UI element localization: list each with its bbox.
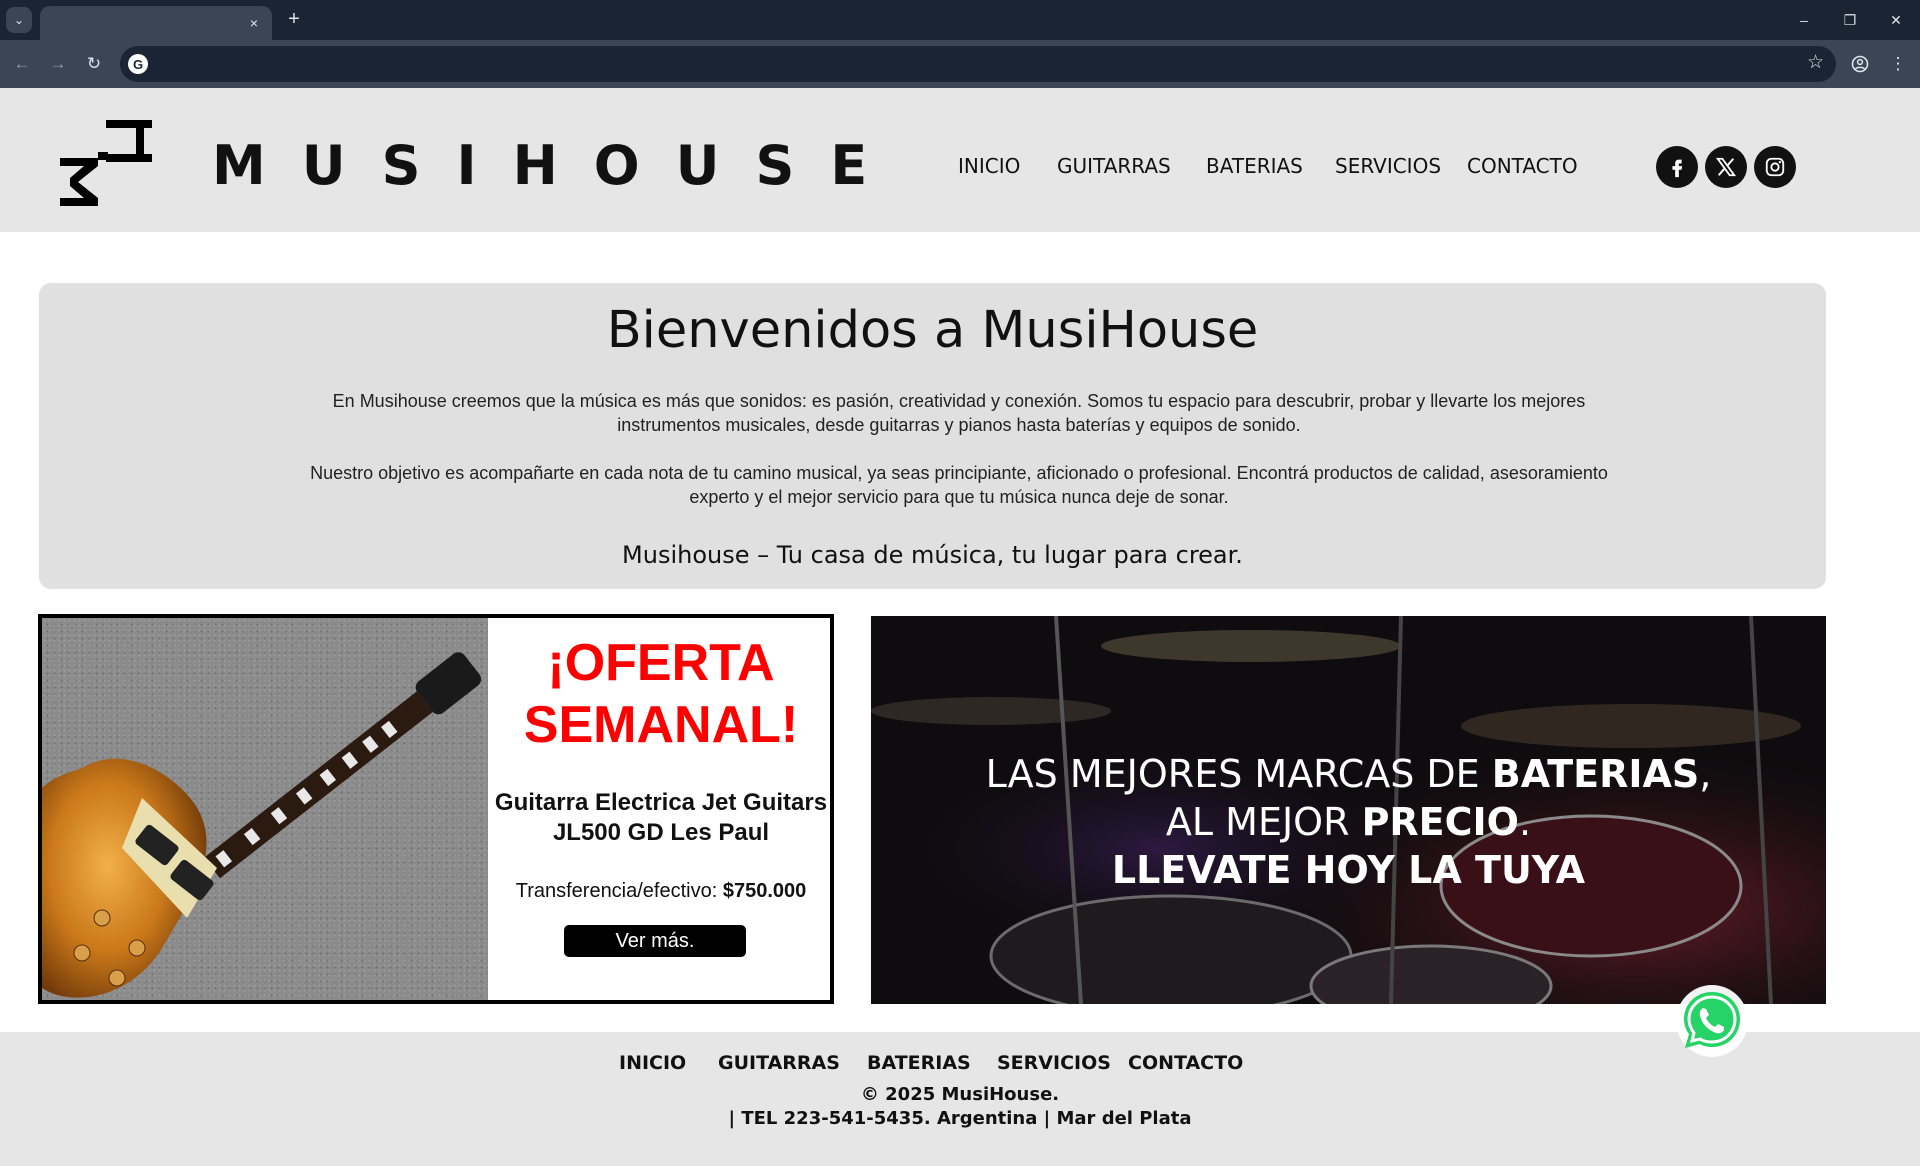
menu-dots-icon[interactable]: ⋮ (1884, 50, 1912, 78)
drums-line-2-c: . (1518, 800, 1532, 844)
drums-line-1: LAS MEJORES MARCAS DE BATERIAS, (871, 750, 1826, 798)
reload-icon[interactable]: ↻ (80, 50, 108, 78)
drums-banner[interactable]: LAS MEJORES MARCAS DE BATERIAS, AL MEJOR… (871, 616, 1826, 1004)
tab-close-icon[interactable]: × (244, 13, 264, 33)
drums-line-1-c: , (1699, 752, 1712, 796)
restore-button[interactable]: ❐ (1830, 6, 1870, 34)
footer-contact: | TEL 223-541-5435. Argentina | Mar del … (728, 1108, 1192, 1129)
address-bar[interactable]: G ☆ (120, 46, 1836, 82)
browser-tab[interactable]: × (40, 6, 272, 40)
profile-icon[interactable] (1846, 50, 1874, 78)
mh-logo[interactable] (58, 118, 154, 210)
offer-title-line-1: ¡OFERTA (547, 634, 775, 692)
drums-line-3-b: LLEVATE HOY LA TUYA (1111, 848, 1586, 892)
drums-line-2: AL MEJOR PRECIO. (871, 798, 1826, 846)
footer-nav-baterias[interactable]: BATERIAS (867, 1052, 971, 1074)
offer-product-name: Guitarra Electrica Jet Guitars JL500 GD … (494, 789, 828, 846)
nav-inicio[interactable]: INICIO (958, 154, 1020, 178)
forward-arrow-icon[interactable]: → (44, 50, 72, 78)
whatsapp-icon[interactable] (1675, 984, 1749, 1058)
footer-nav-contacto[interactable]: CONTACTO (1128, 1052, 1243, 1074)
drums-line-1-b: BATERIAS (1491, 752, 1700, 796)
welcome-paragraph-1: En Musihouse creemos que la música es má… (332, 391, 1586, 435)
offer-price-value: $750.000 (722, 880, 807, 902)
x-icon[interactable] (1705, 146, 1747, 188)
offer-title-line-2: SEMANAL! (523, 696, 799, 754)
welcome-tagline: Musihouse – Tu casa de música, tu lugar … (622, 541, 1243, 569)
drums-line-2-b: PRECIO (1361, 800, 1519, 844)
welcome-section: Bienvenidos a MusiHouse En Musihouse cre… (39, 283, 1826, 589)
site-header: MUSIHOUSE INICIO GUITARRAS BATERIAS SERV… (0, 88, 1920, 232)
footer-nav-guitarras[interactable]: GUITARRAS (718, 1052, 840, 1074)
google-icon: G (128, 54, 148, 74)
drums-line-1-a: LAS MEJORES MARCAS DE (985, 752, 1492, 796)
footer-nav-inicio[interactable]: INICIO (619, 1052, 686, 1074)
footer-nav-servicios[interactable]: SERVICIOS (997, 1052, 1111, 1074)
welcome-paragraph-2: Nuestro objetivo es acompañarte en cada … (310, 463, 1608, 507)
minimize-button[interactable]: – (1784, 6, 1824, 34)
nav-contacto[interactable]: CONTACTO (1467, 154, 1578, 178)
browser-toolbar: ← → ↻ G ☆ ⋮ (0, 40, 1920, 88)
ver-mas-button[interactable]: Ver más. (564, 925, 746, 957)
nav-servicios[interactable]: SERVICIOS (1335, 154, 1441, 178)
bookmark-star-icon[interactable]: ☆ (1807, 51, 1824, 74)
offer-price: Transferencia/efectivo: $750.000 (488, 880, 834, 903)
browser-tab-bar: ⌄ × + – ❐ ✕ (0, 0, 1920, 40)
nav-guitarras[interactable]: GUITARRAS (1057, 154, 1171, 178)
close-window-button[interactable]: ✕ (1876, 6, 1916, 34)
welcome-title: Bienvenidos a MusiHouse (606, 301, 1259, 360)
site-footer: INICIO GUITARRAS BATERIAS SERVICIOS CONT… (0, 1032, 1920, 1166)
brand-title: MUSIHOUSE (212, 134, 904, 197)
drums-line-3: LLEVATE HOY LA TUYA (871, 846, 1826, 894)
tab-search-chevron-icon[interactable]: ⌄ (6, 7, 32, 33)
drums-banner-text: LAS MEJORES MARCAS DE BATERIAS, AL MEJOR… (871, 750, 1826, 894)
back-arrow-icon[interactable]: ← (8, 50, 36, 78)
nav-baterias[interactable]: BATERIAS (1206, 154, 1303, 178)
drums-line-2-a: AL MEJOR (1165, 800, 1362, 844)
guitar-image (42, 618, 488, 1000)
offer-price-label: Transferencia/efectivo: (515, 880, 723, 902)
weekly-offer-card: ¡OFERTA SEMANAL! Guitarra Electrica Jet … (38, 614, 834, 1004)
new-tab-button[interactable]: + (282, 8, 306, 32)
offer-title: ¡OFERTA SEMANAL! (488, 632, 834, 756)
instagram-icon[interactable] (1754, 146, 1796, 188)
footer-copyright: © 2025 MusiHouse. (860, 1084, 1060, 1105)
facebook-icon[interactable] (1656, 146, 1698, 188)
